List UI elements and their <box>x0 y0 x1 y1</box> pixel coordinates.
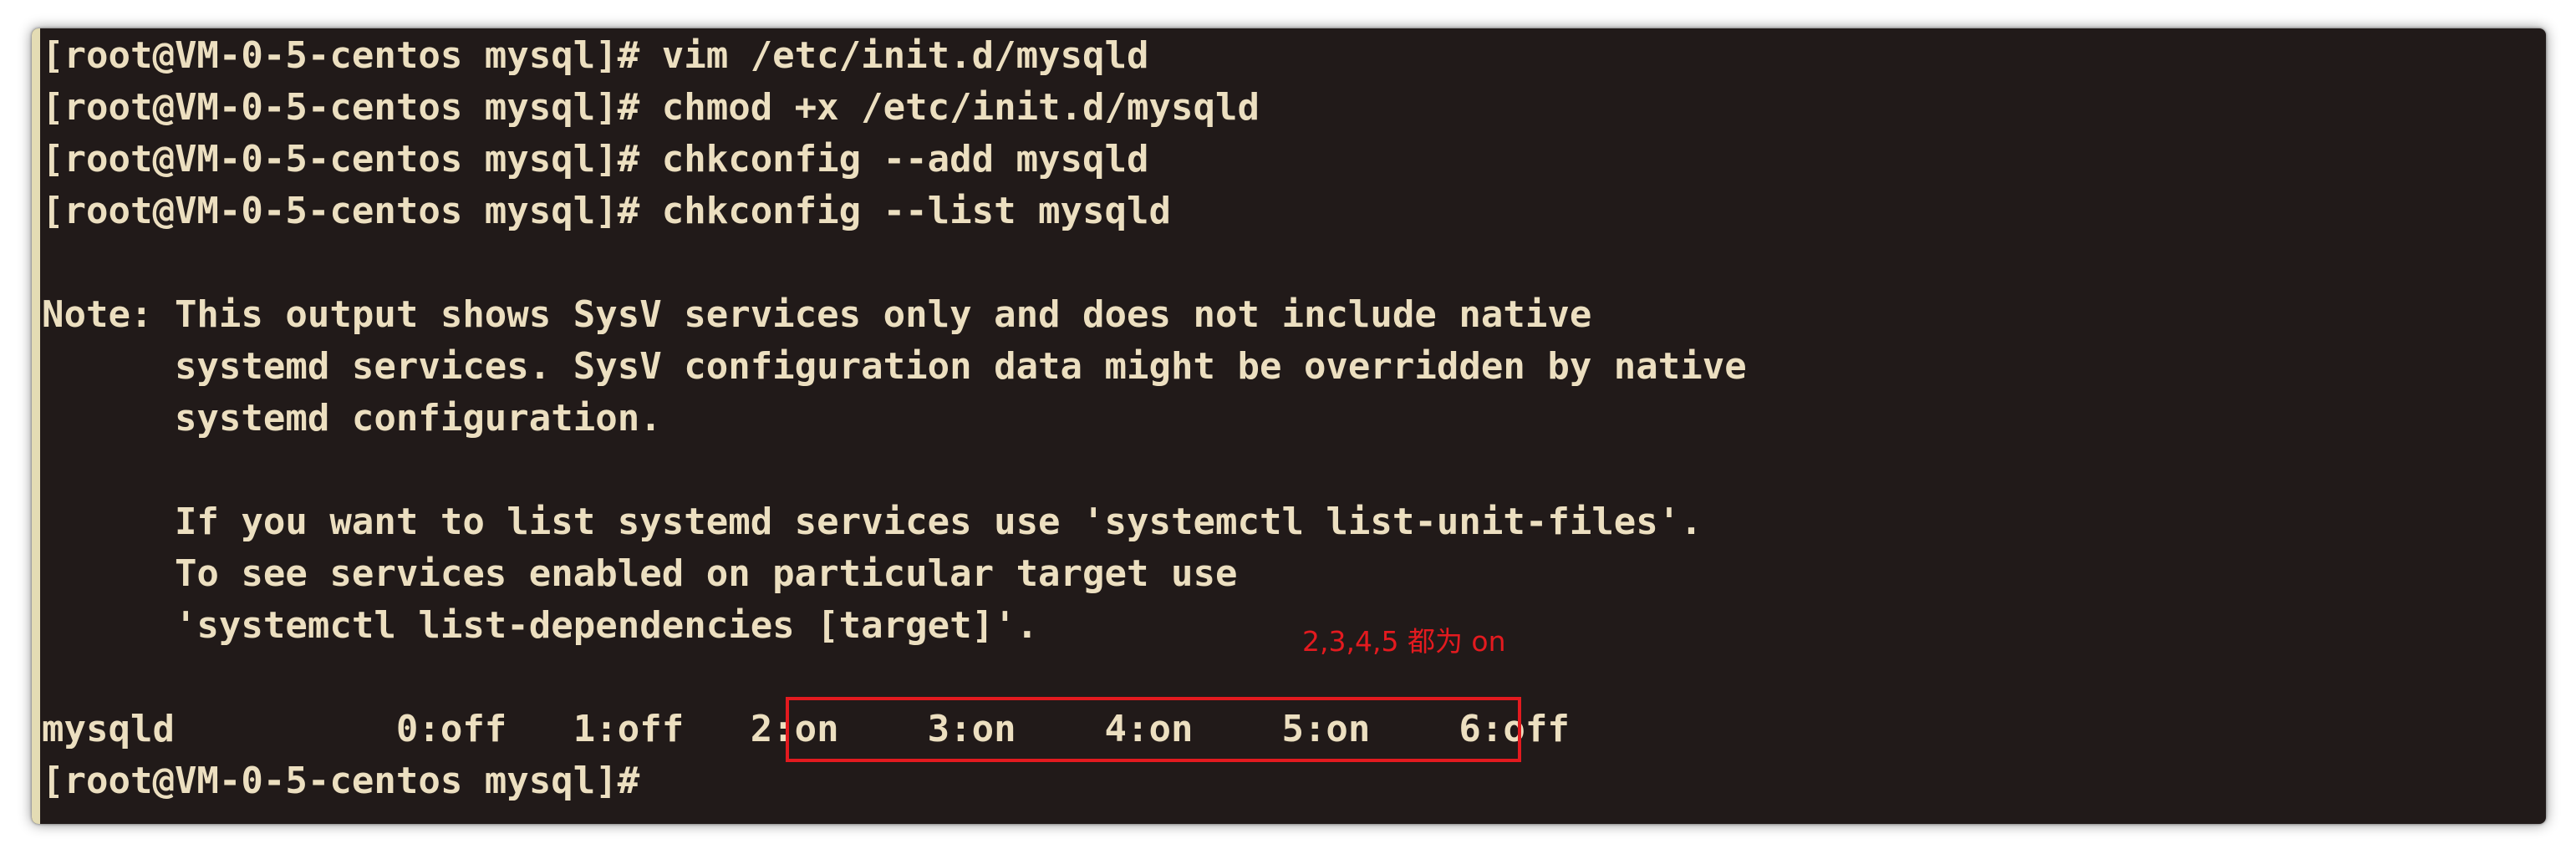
left-margin-bar <box>32 28 40 824</box>
terminal-line-11: To see services enabled on particular ta… <box>42 552 1238 595</box>
terminal-line-15: [root@VM-0-5-centos mysql]# <box>42 760 640 802</box>
terminal-line-12: 'systemctl list-dependencies [target]'. <box>42 604 1039 647</box>
runlevel-annotation-label: 2,3,4,5 都为 on <box>1302 625 1506 658</box>
runlevel-highlight-box <box>786 697 1521 762</box>
terminal-line-2: [root@VM-0-5-centos mysql]# chmod +x /et… <box>42 86 1260 129</box>
terminal-line-4: [root@VM-0-5-centos mysql]# chkconfig --… <box>42 190 1172 232</box>
terminal-line-6: Note: This output shows SysV services on… <box>42 293 1592 336</box>
terminal-line-7: systemd services. SysV configuration dat… <box>42 345 1747 388</box>
terminal-line-3: [root@VM-0-5-centos mysql]# chkconfig --… <box>42 138 1149 180</box>
terminal-line-1: [root@VM-0-5-centos mysql]# vim /etc/ini… <box>42 34 1149 77</box>
terminal-line-8: systemd configuration. <box>42 397 662 440</box>
terminal-window[interactable]: [root@VM-0-5-centos mysql]# vim /etc/ini… <box>32 28 2546 824</box>
terminal-line-10: If you want to list systemd services use… <box>42 501 1703 543</box>
